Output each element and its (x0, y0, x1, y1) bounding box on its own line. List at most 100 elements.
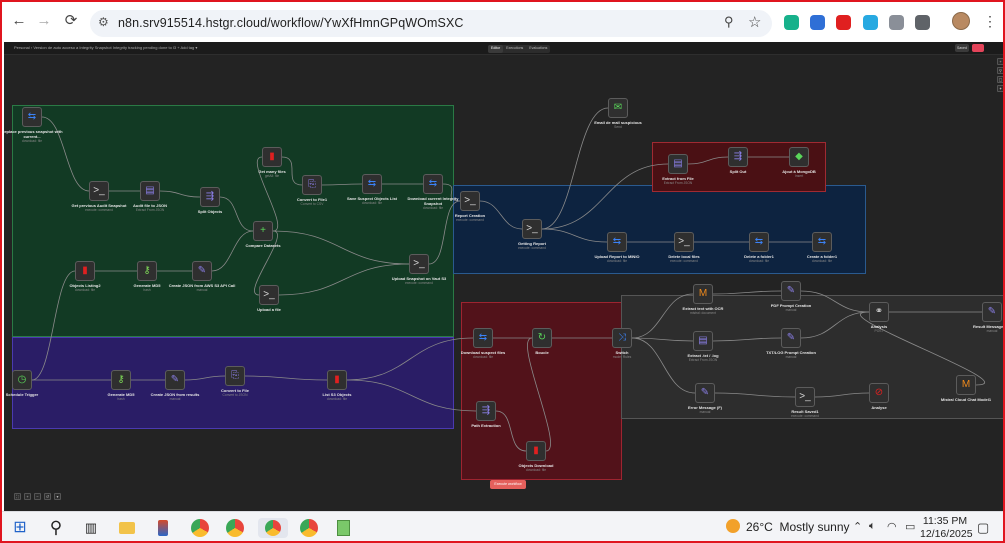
zoom-out-icon[interactable]: − (34, 493, 41, 500)
node-analysis[interactable]: ⊘ (869, 383, 889, 403)
node-save-suspect[interactable]: ⇆ (362, 174, 382, 194)
profile-avatar[interactable] (952, 12, 970, 30)
tab-editor[interactable]: Editor (488, 45, 504, 53)
url-text[interactable]: n8n.srv915514.hstgr.cloud/workflow/YwXfH… (118, 16, 464, 30)
bookmark-star-icon[interactable]: ☆ (748, 13, 761, 31)
fit-view-icon[interactable]: ⛶ (14, 493, 21, 500)
node-upload-file[interactable]: >_ (259, 285, 279, 305)
chrome-icon[interactable] (191, 519, 209, 537)
save-button[interactable]: Saved (955, 44, 969, 52)
start-windows-icon[interactable]: ⊞ (10, 518, 30, 538)
node-create-json-results[interactable]: ✎ (165, 370, 185, 390)
node-list-s3-objects[interactable]: ▮ (327, 370, 347, 390)
node-upload-report-minio[interactable]: ⇆ (607, 232, 627, 252)
node-error-message[interactable]: ✎ (695, 383, 715, 403)
search-nodes-icon[interactable]: ⚲ (997, 67, 1003, 74)
address-bar[interactable]: ⚙ n8n.srv915514.hstgr.cloud/workflow/YwX… (90, 10, 772, 37)
connection-path-extraction-to-objects-download[interactable] (495, 410, 527, 452)
extension-camera-icon[interactable] (889, 15, 904, 30)
menu-kebab-icon[interactable]: ⋮ (979, 10, 1001, 32)
node-extract-txt-log[interactable]: ▤ (693, 331, 713, 351)
node-objects-download[interactable]: ▮ (526, 441, 546, 461)
connection-audit-to-json-to-split-objects[interactable] (159, 190, 201, 198)
add-node-icon[interactable]: + (997, 58, 1003, 65)
connection-switch-to-error-message[interactable] (631, 337, 696, 394)
node-path-extraction[interactable]: ⇶ (476, 401, 496, 421)
node-create-json-aws[interactable]: ✎ (192, 261, 212, 281)
node-extract-from-file[interactable]: ▤ (668, 154, 688, 174)
node-generate-md5-2[interactable]: ⚷ (111, 370, 131, 390)
node-schedule-trigger[interactable]: ◷ (12, 370, 32, 390)
extension-green-icon[interactable] (784, 15, 799, 30)
forward-icon[interactable]: → (33, 10, 55, 32)
node-download-current[interactable]: ⇆ (423, 174, 443, 194)
chrome-profile3-icon[interactable] (300, 519, 318, 537)
sticky-note-icon[interactable]: ▢ (997, 76, 1003, 83)
chevron-up-icon[interactable]: ⌃ (853, 520, 862, 533)
node-email-suspicious[interactable]: ✉ (608, 98, 628, 118)
task-view-icon[interactable]: ▥ (81, 518, 101, 538)
reset-zoom-icon[interactable]: ↺ (44, 493, 51, 500)
node-upload-snapshot[interactable]: >_ (409, 254, 429, 274)
notepad-icon[interactable] (333, 518, 353, 538)
node-download-suspect[interactable]: ⇆ (473, 328, 493, 348)
node-audit-to-json[interactable]: ▤ (140, 181, 160, 201)
node-delete-local-files[interactable]: >_ (674, 232, 694, 252)
connection-result-saved-to-analysis[interactable] (814, 392, 870, 398)
workflow-breadcrumb[interactable]: Personal › Version de auto acceso a Inte… (14, 45, 197, 50)
tidy-up-icon[interactable]: ▾ (54, 493, 61, 500)
node-result-message[interactable]: ✎ (982, 302, 1002, 322)
share-button[interactable] (972, 44, 984, 52)
node-split-objects[interactable]: ⇶ (200, 187, 220, 207)
clock[interactable]: 11:35 PM 12/16/2025 (920, 515, 973, 541)
file-explorer-icon[interactable] (117, 518, 137, 538)
tab-executions[interactable]: Executions (503, 45, 526, 53)
connection-create-json-results-to-convert-to-file-2[interactable] (184, 375, 226, 381)
node-pdf-prompt[interactable]: ✎ (781, 281, 801, 301)
reload-icon[interactable]: ⟳ (60, 10, 82, 32)
node-replace-previous[interactable]: ⇆ (22, 107, 42, 127)
node-get-many-files[interactable]: ▮ (262, 147, 282, 167)
weather-widget[interactable]: 26°C Mostly sunny (726, 519, 850, 534)
extension-cyan-icon[interactable] (863, 15, 878, 30)
node-report-creation[interactable]: >_ (460, 191, 480, 211)
wifi-icon[interactable]: ◠ (887, 520, 897, 533)
connection-convert-to-file-to-save-suspect[interactable] (321, 183, 363, 186)
node-switch[interactable]: ⤨ (612, 328, 632, 348)
connection-extract-txt-log-to-txt-prompt[interactable] (712, 337, 782, 342)
node-compare-datasets[interactable]: + (253, 221, 273, 241)
node-convert-to-file[interactable]: ⎘ (302, 175, 322, 195)
node-mistral-model[interactable]: M (956, 375, 976, 395)
node-split-out[interactable]: ⇶ (728, 147, 748, 167)
zoom-in-icon[interactable]: + (24, 493, 31, 500)
search-icon[interactable]: ⚲ (46, 518, 66, 538)
connection-convert-to-file-2-to-list-s3-objects[interactable] (244, 375, 328, 381)
node-convert-to-file-2[interactable]: ⎘ (225, 366, 245, 386)
chrome-active-window-icon[interactable] (258, 518, 288, 538)
node-delete-folder[interactable]: ⇆ (749, 232, 769, 252)
extension-red-icon[interactable] (836, 15, 851, 30)
node-result-saved[interactable]: >_ (795, 387, 815, 407)
connection-extract-from-file-to-split-out[interactable] (687, 156, 729, 165)
app-game-icon[interactable] (153, 518, 173, 538)
back-icon[interactable]: ← (8, 10, 30, 32)
node-analysis-http[interactable]: ⚭ (869, 302, 889, 322)
node-getting-report[interactable]: >_ (522, 219, 542, 239)
node-get-previous-audit[interactable]: >_ (89, 181, 109, 201)
node-boucle[interactable]: ↻ (532, 328, 552, 348)
speaker-icon[interactable]: 🔈︎ (869, 520, 876, 533)
network-icon[interactable]: ▭ (905, 520, 915, 533)
extension-puzzle-icon[interactable] (915, 15, 930, 30)
workflow-canvas[interactable]: ⇆ Replace previous snapshot with current.… (4, 56, 1003, 511)
ai-assistant-icon[interactable]: ✦ (997, 85, 1003, 92)
connection-getting-report-to-extract-from-file[interactable] (541, 163, 669, 230)
chrome-profile2-icon[interactable] (226, 519, 244, 537)
connection-extract-text-ocr-to-pdf-prompt[interactable] (712, 290, 782, 295)
node-create-folder[interactable]: ⇆ (812, 232, 832, 252)
extension-blue-icon[interactable] (810, 15, 825, 30)
site-settings-icon[interactable]: ⚙ (98, 15, 109, 29)
connection-error-message-to-result-saved[interactable] (714, 392, 796, 398)
node-generate-md5[interactable]: ⚷ (137, 261, 157, 281)
execute-workflow-button[interactable]: Execute workflow (490, 480, 526, 489)
node-objects-listing[interactable]: ▮ (75, 261, 95, 281)
